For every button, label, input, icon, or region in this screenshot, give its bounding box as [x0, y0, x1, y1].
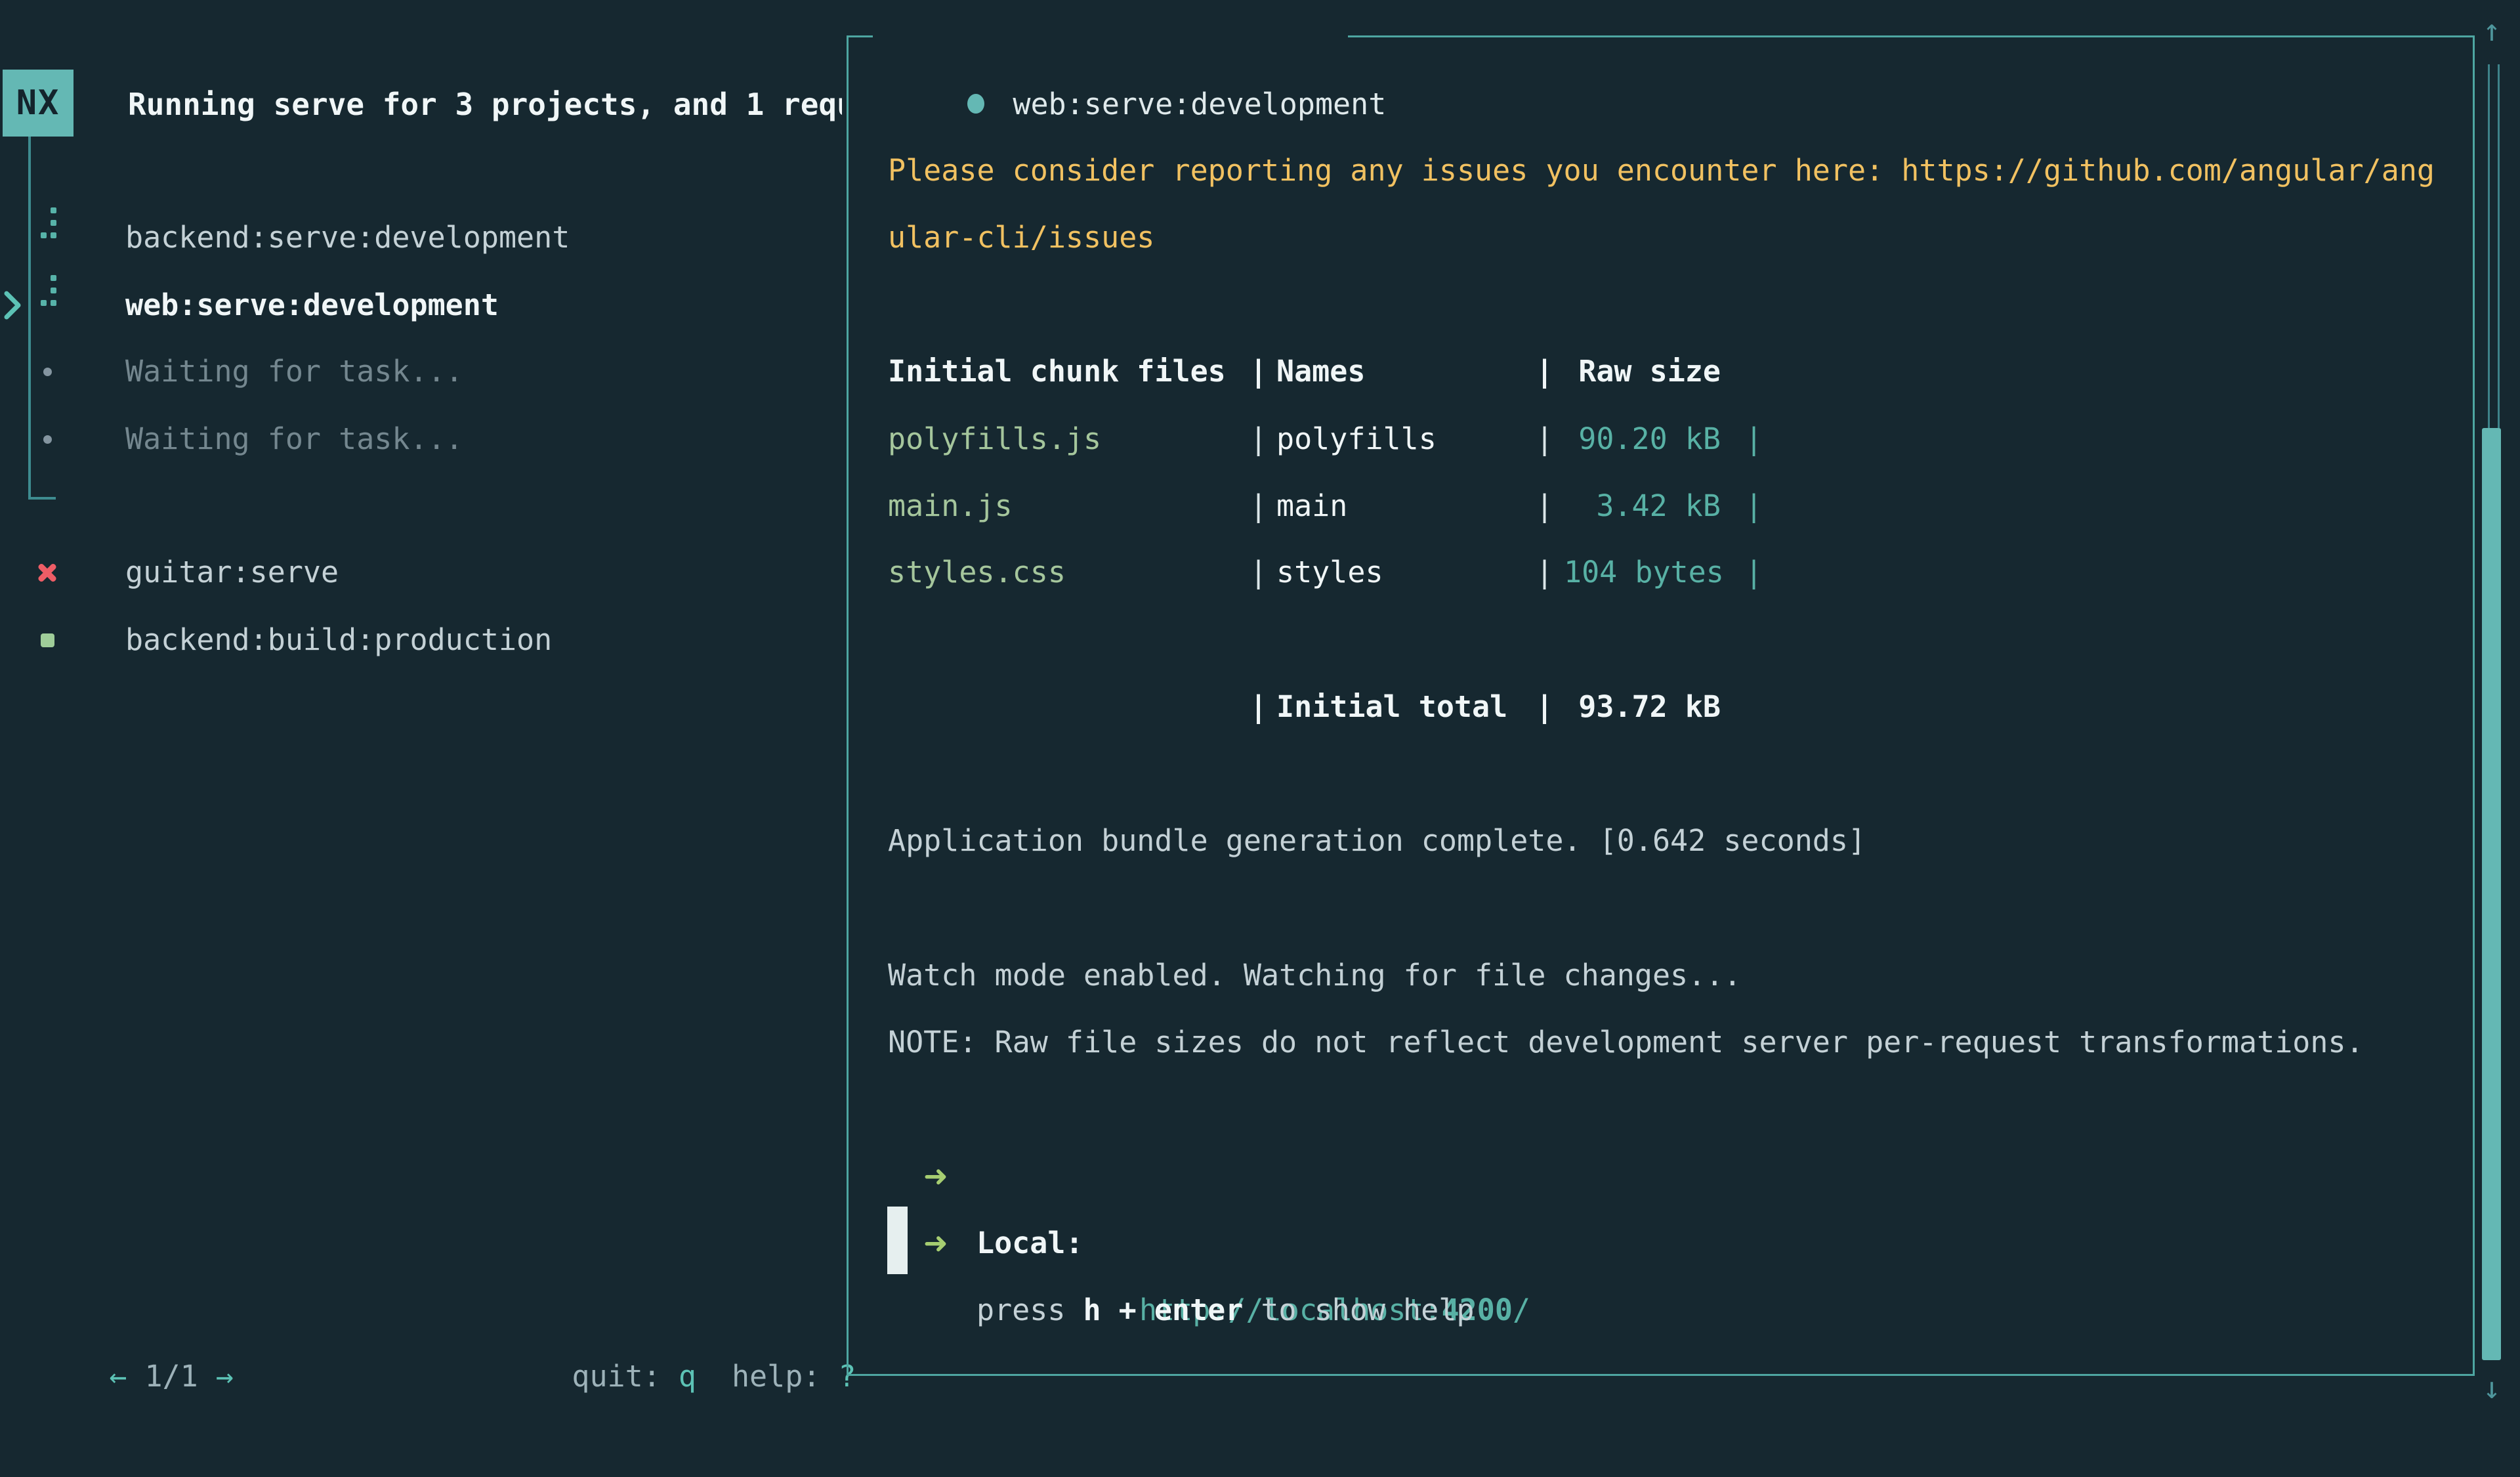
pager-page-indicator: 1/1 — [144, 1359, 198, 1394]
table-row: main.js | main | 3.42 kB | — [888, 473, 959, 540]
chunk-file-name: main.js — [888, 473, 1013, 540]
sidebar-item-waiting-2[interactable]: Waiting for task... — [125, 406, 463, 473]
pipe: | — [1250, 539, 1267, 606]
press-keys: h + enter — [1083, 1293, 1243, 1327]
note-message: NOTE: Raw file sizes do not reflect deve… — [888, 1009, 2364, 1076]
nx-logo: NX — [3, 70, 74, 137]
pipe: | — [1250, 473, 1267, 540]
table-total-row: | Initial total | 93.72 kB — [888, 674, 959, 740]
cross-icon — [33, 539, 62, 606]
sidebar-item-waiting-1[interactable]: Waiting for task... — [125, 338, 463, 405]
pipe: | — [1536, 674, 1553, 740]
pipe: | — [1745, 473, 1763, 540]
running-bullet-icon — [967, 94, 984, 114]
pipe: | — [1536, 406, 1553, 473]
scroll-down-icon[interactable]: ↓ — [2481, 1361, 2503, 1414]
panel-title-text: web:serve:development — [1013, 87, 1386, 121]
pager-next-icon[interactable]: → — [216, 1359, 234, 1394]
pipe: | — [1250, 338, 1267, 405]
scrollbar-thumb[interactable] — [2482, 428, 2501, 1360]
sidebar-item-guitar-serve[interactable]: guitar:serve — [125, 539, 339, 606]
spinner-icon — [33, 272, 62, 339]
prompt-arrow-icon: ➜ — [923, 1210, 948, 1277]
square-icon — [33, 607, 62, 674]
table-header-row: Initial chunk files | Names | Raw size — [888, 338, 959, 405]
help-hint-line: ➜ pressh + enterto show help — [888, 1143, 959, 1210]
pipe: | — [1745, 406, 1763, 473]
notice-line-2: ular-cli/issues — [888, 204, 1154, 271]
chunk-name: styles — [1276, 539, 1383, 606]
col-header-raw-size: Raw size — [1564, 338, 1721, 405]
quit-label: quit: — [572, 1359, 660, 1394]
help-label: help: — [732, 1359, 820, 1394]
pipe: | — [1536, 338, 1553, 405]
chunk-size: 90.20 kB — [1564, 406, 1721, 473]
table-row: styles.css | styles | 104 bytes | — [888, 539, 959, 606]
pager: ←1/1→ — [38, 1276, 234, 1343]
pipe: | — [1536, 473, 1553, 540]
chunk-size: 104 bytes — [1564, 539, 1721, 606]
local-label: Local: — [976, 1210, 1083, 1277]
scrollbar-track[interactable] — [2488, 64, 2500, 428]
chunk-file-name: styles.css — [888, 539, 1066, 606]
terminal-cursor — [887, 1207, 908, 1274]
col-header-chunk-files: Initial chunk files — [888, 338, 1226, 405]
help-hint-text: press h + enter to show help — [976, 1277, 1474, 1344]
sidebar-item-backend-serve[interactable]: backend:serve:development — [125, 204, 570, 271]
panel-title: web:serve:development — [887, 4, 1386, 71]
pipe: | — [1250, 674, 1267, 740]
watch-mode-message: Watch mode enabled. Watching for file ch… — [888, 942, 1741, 1009]
col-header-names: Names — [1276, 338, 1365, 405]
url-suffix[interactable]: / — [1513, 1293, 1530, 1327]
local-url-line: ➜ Local: http://localhost:4200/ — [888, 1076, 959, 1143]
pipe: | — [1250, 406, 1267, 473]
press-word: press — [976, 1293, 1065, 1327]
total-size: 93.72 kB — [1564, 674, 1721, 740]
pipe: | — [1745, 539, 1763, 606]
chunk-size: 3.42 kB — [1564, 473, 1721, 540]
total-label: Initial total — [1276, 674, 1507, 740]
dot-icon — [33, 406, 62, 473]
dot-icon — [33, 338, 62, 405]
chunk-name: polyfills — [1276, 406, 1437, 473]
task-tree-elbow — [28, 497, 56, 500]
pipe: | — [1536, 539, 1553, 606]
table-row: polyfills.js | polyfills | 90.20 kB | — [888, 406, 959, 473]
sidebar-item-backend-build[interactable]: backend:build:production — [125, 607, 552, 674]
bundle-complete-message: Application bundle generation complete. … — [888, 807, 1866, 874]
selected-task-caret-icon — [3, 272, 29, 339]
chunk-file-name: polyfills.js — [888, 406, 1101, 473]
page-title: Running serve for 3 projects, and 1 requ — [128, 71, 842, 138]
hotkey-bar: quit:qhelp:? — [501, 1276, 856, 1343]
chunk-name: main — [1276, 473, 1347, 540]
pager-prev-icon[interactable]: ← — [109, 1359, 127, 1394]
notice-line-1: Please consider reporting any issues you… — [888, 137, 2435, 204]
sidebar-item-web-serve[interactable]: web:serve:development — [125, 272, 499, 339]
press-rest: to show help — [1261, 1293, 1474, 1327]
nx-terminal-ui: NX Running serve for 3 projects, and 1 r… — [0, 0, 2520, 1418]
quit-key: q — [679, 1359, 696, 1394]
scroll-up-icon[interactable]: ↑ — [2481, 4, 2503, 56]
spinner-icon — [33, 204, 62, 271]
